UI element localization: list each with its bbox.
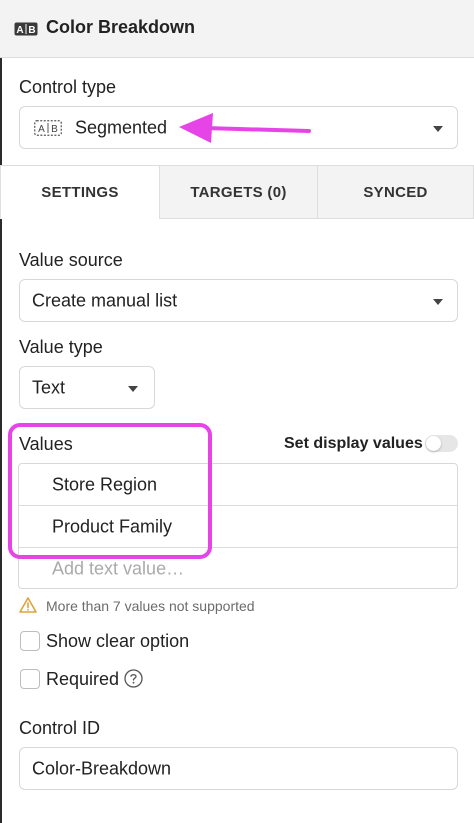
- segmented-control-icon: A B: [34, 120, 62, 136]
- svg-text:B: B: [28, 25, 35, 36]
- annotation-highlight: [8, 423, 212, 559]
- set-display-values-label: Set display values: [284, 435, 423, 452]
- tab-bar: SETTINGS TARGETS (0) SYNCED: [0, 165, 474, 219]
- required-checkbox[interactable]: [20, 669, 40, 689]
- value-type-select[interactable]: Text: [19, 366, 155, 409]
- value-source-label: Value source: [19, 250, 123, 270]
- control-id-value: Color-Breakdown: [32, 758, 172, 778]
- set-display-values-toggle[interactable]: [425, 435, 458, 452]
- show-clear-label: Show clear option: [46, 631, 190, 651]
- control-id-input[interactable]: Color-Breakdown: [19, 747, 458, 790]
- control-type-value: Segmented: [75, 117, 168, 137]
- value-source-select[interactable]: Create manual list: [19, 279, 458, 322]
- tab-targets[interactable]: TARGETS (0): [159, 165, 318, 219]
- panel-left-border: [0, 0, 2, 823]
- svg-text:A: A: [38, 124, 45, 135]
- chevron-down-icon: [433, 125, 443, 132]
- control-type-label: Control type: [19, 77, 117, 97]
- required-label: Required: [46, 669, 120, 689]
- show-clear-checkbox[interactable]: [20, 631, 40, 651]
- control-id-label: Control ID: [19, 718, 101, 738]
- svg-text:A: A: [16, 25, 23, 36]
- help-icon[interactable]: [124, 669, 143, 688]
- chevron-down-icon: [128, 385, 138, 392]
- tab-synced[interactable]: SYNCED: [317, 165, 474, 219]
- annotation-arrow: [179, 113, 311, 143]
- svg-text:B: B: [51, 124, 58, 135]
- add-value-placeholder: Add text value…: [52, 558, 185, 579]
- panel-title: Color Breakdown: [46, 17, 196, 37]
- tab-settings[interactable]: SETTINGS: [0, 165, 160, 219]
- panel-header: A B Color Breakdown: [0, 0, 474, 58]
- warning-text: More than 7 values not supported: [46, 598, 255, 614]
- value-type-value: Text: [32, 377, 66, 397]
- segmented-control-icon: A B: [14, 22, 38, 36]
- value-type-label: Value type: [19, 337, 103, 357]
- warning-icon: [19, 597, 37, 613]
- value-source-value: Create manual list: [32, 290, 178, 310]
- chevron-down-icon: [433, 298, 443, 305]
